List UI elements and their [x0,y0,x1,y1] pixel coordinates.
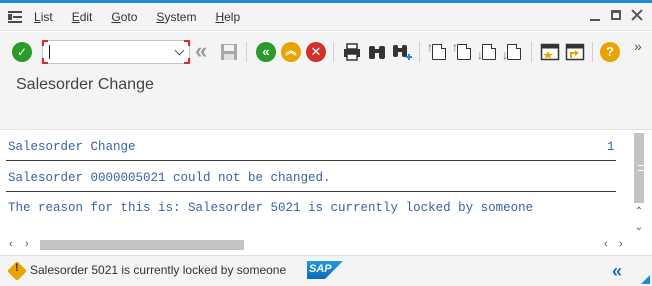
list-output-area: Salesorder Change 1 Salesorder 000000502… [0,131,652,253]
minimize-icon[interactable] [588,8,602,22]
find-next-icon[interactable] [392,42,412,62]
menu-toggle-icon[interactable] [8,10,24,24]
find-icon[interactable] [367,42,387,62]
list-line-error: Salesorder 0000005021 could not be chang… [8,171,331,185]
status-message[interactable]: Salesorder 5021 is currently locked by s… [30,263,286,277]
toolbar-separator [419,42,420,62]
enter-check-icon[interactable]: ✓ [12,42,32,62]
first-page-icon[interactable]: ↑ [427,41,446,60]
command-field[interactable] [42,40,190,64]
list-header-title: Salesorder Change [8,140,136,154]
list-page-number: 1 [607,140,615,154]
title-bar: Salesorder Change [0,72,652,100]
resize-corner-icon [641,275,650,284]
toolbar-separator [531,42,532,62]
print-icon[interactable] [342,42,362,62]
menu-item-goto[interactable]: Goto [111,10,137,24]
scroll-left-end-icon[interactable]: ‹ [604,238,608,250]
save-icon[interactable] [219,42,239,62]
window-controls [588,8,644,22]
application-toolbar [0,100,652,130]
menu-item-list[interactable]: List [34,10,53,24]
toolbar-separator [246,42,247,62]
page-title: Salesorder Change [16,76,154,93]
help-icon[interactable]: ? [600,42,620,62]
previous-page-icon[interactable]: ↑ [452,41,471,60]
collapse-status-icon[interactable]: « [612,261,622,282]
list-line-reason: The reason for this is: Salesorder 5021 … [8,201,534,215]
new-session-icon[interactable] [540,42,560,62]
vertical-scrollbar[interactable]: ⌃ ⌄ [632,131,646,237]
status-bar: ! Salesorder 5021 is currently locked by… [0,255,652,286]
exit-icon[interactable]: ︽ [281,42,301,62]
sap-logo: SAP [307,261,343,279]
horizontal-scrollbar[interactable]: ‹ › ‹ › [0,237,632,253]
list-divider [6,191,616,192]
command-dropdown-icon[interactable] [174,45,185,56]
scroll-left-icon[interactable]: ‹ [9,238,13,250]
warning-mark: ! [15,262,19,274]
scroll-down-icon[interactable]: ⌄ [634,223,644,233]
menu-item-help[interactable]: Help [215,10,240,24]
toolbar-separator [592,42,593,62]
double-chevron-left-icon[interactable]: « [195,40,215,62]
system-toolbar: ✓ « « ︽ ✕ ↑ ↑ ↓ ↓ ? » [0,32,652,72]
generate-shortcut-icon[interactable] [565,42,585,62]
vertical-scroll-thumb[interactable] [634,133,644,203]
back-icon[interactable]: « [256,42,276,62]
close-icon[interactable] [630,8,644,22]
last-page-icon[interactable]: ↓ [502,44,521,61]
toolbar-separator [333,42,334,62]
scroll-up-icon[interactable]: ⌃ [634,207,644,217]
menu-item-system[interactable]: System [156,10,196,24]
toolbar-overflow-icon[interactable]: » [634,38,652,58]
scroll-right-icon[interactable]: › [25,238,29,250]
next-page-icon[interactable]: ↓ [477,44,496,61]
maximize-icon[interactable] [609,8,623,22]
menu-item-edit[interactable]: Edit [72,10,93,24]
horizontal-scroll-thumb[interactable] [40,240,244,250]
cancel-icon[interactable]: ✕ [306,42,326,62]
list-divider [6,160,616,161]
command-input[interactable] [52,43,162,61]
menu-bar: List Edit Goto System Help [0,3,652,31]
scroll-right-end-icon[interactable]: › [619,238,623,250]
